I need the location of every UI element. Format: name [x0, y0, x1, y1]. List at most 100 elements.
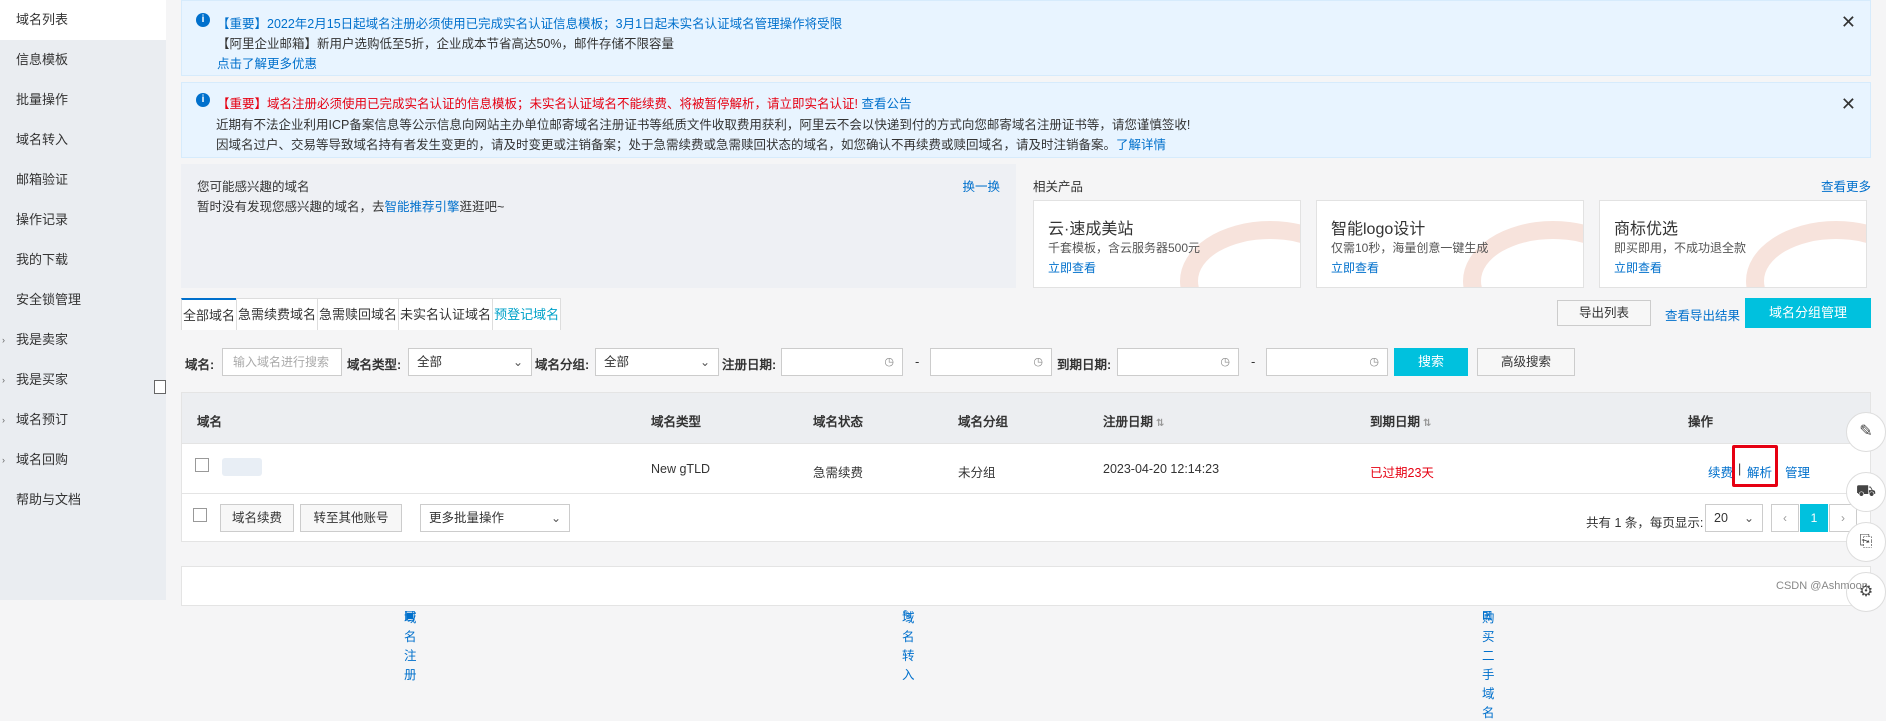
- cart-icon[interactable]: ⛟: [1846, 472, 1886, 512]
- right-rail: ✎ ⛟ ⎘ ⚙: [1846, 0, 1886, 612]
- col-group: 域名分组: [958, 415, 1009, 429]
- sort-icon[interactable]: ⇅: [1156, 418, 1164, 429]
- exp-date-start[interactable]: ◷: [1117, 348, 1239, 376]
- table-row: New gTLD 急需续费 未分组 2023-04-20 12:14:23 已过…: [181, 444, 1871, 494]
- sidebar-item-batch[interactable]: 批量操作: [0, 80, 166, 120]
- prev-page-button[interactable]: ‹: [1771, 504, 1799, 532]
- domain-search-input[interactable]: 输入域名进行搜索: [222, 348, 342, 376]
- reg-date-end[interactable]: ◷: [930, 348, 1052, 376]
- sidebar-item-security-lock[interactable]: 安全锁管理: [0, 280, 166, 320]
- recommend-engine-link[interactable]: 智能推荐引擎: [385, 200, 460, 214]
- invoice-icon[interactable]: ⎘: [1846, 522, 1886, 562]
- bottom-links: ▣ 域名注册 ✎ 域名转入 ⊞ 购买二手域名: [181, 566, 1871, 720]
- tab-preregistered[interactable]: 预登记域名: [492, 298, 562, 330]
- sidebar-item-transfer-in[interactable]: 域名转入: [0, 120, 166, 160]
- row-exp-status: 已过期23天: [1370, 466, 1434, 480]
- exp-date-end[interactable]: ◷: [1266, 348, 1388, 376]
- card-link[interactable]: 立即查看: [1048, 259, 1096, 276]
- calendar-icon: ◷: [884, 356, 894, 368]
- col-reg-date[interactable]: 注册日期 ⇅: [1103, 411, 1164, 430]
- sidebar-item-label: 域名转入: [16, 132, 69, 147]
- page-size-select[interactable]: 20 ⌄: [1705, 504, 1763, 532]
- sidebar-item-buyback[interactable]: › 域名回购: [0, 440, 166, 480]
- sidebar-item-domain-list[interactable]: 域名列表: [0, 0, 166, 40]
- col-exp-date[interactable]: 到期日期 ⇅: [1370, 411, 1431, 430]
- sidebar-item-preorder[interactable]: › 域名预订: [0, 400, 166, 440]
- filter-exp-label: 到期日期:: [1057, 358, 1112, 372]
- tab-unverified[interactable]: 未实名认证域名: [398, 298, 494, 330]
- batch-ops-select[interactable]: 更多批量操作 ⌄: [420, 504, 570, 532]
- reg-date-start[interactable]: ◷: [781, 348, 903, 376]
- card-desc: 千套模板，含云服务器500元: [1048, 241, 1201, 255]
- info-icon: i: [196, 93, 210, 107]
- swap-link[interactable]: 换一换: [962, 176, 1000, 195]
- sidebar-item-label: 我是卖家: [16, 332, 69, 347]
- renew-link[interactable]: 续费: [1708, 462, 1733, 481]
- batch-renew-button[interactable]: 域名续费: [220, 504, 294, 532]
- product-card[interactable]: 智能logo设计 仅需10秒，海量创意一键生成 立即查看: [1316, 200, 1584, 288]
- settings-icon[interactable]: ⚙: [1846, 572, 1886, 612]
- col-type: 域名类型: [651, 415, 702, 429]
- card-title: 云·速成美站: [1048, 221, 1134, 238]
- chevron-down-icon: ⌄: [550, 511, 561, 525]
- tab-all-domains[interactable]: 全部域名: [181, 298, 238, 330]
- sidebar-item-op-log[interactable]: 操作记录: [0, 200, 166, 240]
- transfer-account-button[interactable]: 转至其他账号: [300, 504, 402, 532]
- sidebar-item-label: 信息模板: [16, 52, 69, 67]
- select-value: 20: [1714, 511, 1728, 525]
- edit-icon[interactable]: ✎: [1846, 412, 1886, 452]
- filter-domain-label: 域名:: [185, 358, 215, 372]
- select-all-checkbox[interactable]: [193, 508, 207, 522]
- card-title: 智能logo设计: [1331, 221, 1426, 238]
- card-desc: 即买即用，不成功退全款: [1614, 241, 1747, 255]
- domain-group-select[interactable]: 全部 ⌄: [595, 348, 719, 376]
- row-checkbox[interactable]: [195, 458, 209, 472]
- buy-second-link-label: 购买二手域名: [1482, 611, 1495, 720]
- row-status: 急需续费: [813, 466, 864, 480]
- row-reg-date: 2023-04-20 12:14:23: [1103, 462, 1220, 476]
- sidebar-item-label: 域名回购: [16, 452, 69, 467]
- domain-tabs: 全部域名 急需续费域名 急需赎回域名 未实名认证域名 预登记域名: [181, 298, 562, 330]
- col-exp-date-label: 到期日期: [1370, 415, 1421, 429]
- tab-renew-urgent[interactable]: 急需续费域名: [236, 298, 319, 330]
- notice-link[interactable]: 查看公告: [861, 97, 911, 111]
- sidebar-item-help[interactable]: 帮助与文档: [0, 480, 166, 520]
- select-value: 全部: [604, 355, 630, 369]
- col-reg-date-label: 注册日期: [1103, 415, 1154, 429]
- sidebar-item-buyer[interactable]: › 我是买家: [0, 360, 166, 400]
- export-list-button[interactable]: 导出列表: [1557, 300, 1651, 326]
- page-number-button[interactable]: 1: [1800, 504, 1828, 532]
- sidebar-item-label: 域名列表: [16, 12, 69, 27]
- date-separator: -: [915, 354, 920, 369]
- sidebar-collapse-handle[interactable]: [154, 380, 166, 394]
- sidebar-item-templates[interactable]: 信息模板: [0, 40, 166, 80]
- notice-link[interactable]: 了解详情: [1116, 138, 1166, 152]
- calendar-icon: ◷: [1369, 356, 1379, 368]
- search-button[interactable]: 搜索: [1394, 348, 1468, 376]
- chevron-right-icon: ›: [2, 455, 5, 465]
- recommend-text: 暂时没有发现您感兴趣的域名，去智能推荐引擎逛逛吧~: [197, 196, 504, 215]
- filter-reg-label: 注册日期:: [722, 358, 777, 372]
- domain-type-select[interactable]: 全部 ⌄: [408, 348, 532, 376]
- total-count-text: 共有 1 条，每页显示:: [1586, 516, 1704, 530]
- filter-group-label: 域名分组:: [535, 358, 590, 372]
- notice-line: 【重要】域名注册必须使用已完成实名认证的信息模板；未实名认证域名不能续费、将被暂…: [217, 93, 911, 112]
- product-card[interactable]: 商标优选 即买即用，不成功退全款 立即查看: [1599, 200, 1867, 288]
- col-status: 域名状态: [813, 415, 864, 429]
- card-link[interactable]: 立即查看: [1614, 259, 1662, 276]
- product-card[interactable]: 云·速成美站 千套模板，含云服务器500元 立即查看: [1033, 200, 1301, 288]
- info-icon: i: [196, 13, 210, 27]
- domain-name-redacted: [222, 458, 262, 476]
- manage-link[interactable]: 管理: [1785, 462, 1810, 481]
- view-export-link[interactable]: 查看导出结果: [1665, 305, 1740, 324]
- card-link[interactable]: 立即查看: [1331, 259, 1379, 276]
- sort-icon[interactable]: ⇅: [1423, 418, 1431, 429]
- chevron-down-icon: ⌄: [1743, 511, 1754, 525]
- sidebar-item-seller[interactable]: › 我是卖家: [0, 320, 166, 360]
- related-products-title: 相关产品: [1033, 180, 1084, 194]
- tab-redeem-urgent[interactable]: 急需赎回域名: [317, 298, 400, 330]
- notice-link[interactable]: 点击了解更多优惠: [217, 53, 317, 72]
- advanced-search-button[interactable]: 高级搜索: [1477, 348, 1575, 376]
- sidebar-item-email-verify[interactable]: 邮箱验证: [0, 160, 166, 200]
- sidebar-item-downloads[interactable]: 我的下载: [0, 240, 166, 280]
